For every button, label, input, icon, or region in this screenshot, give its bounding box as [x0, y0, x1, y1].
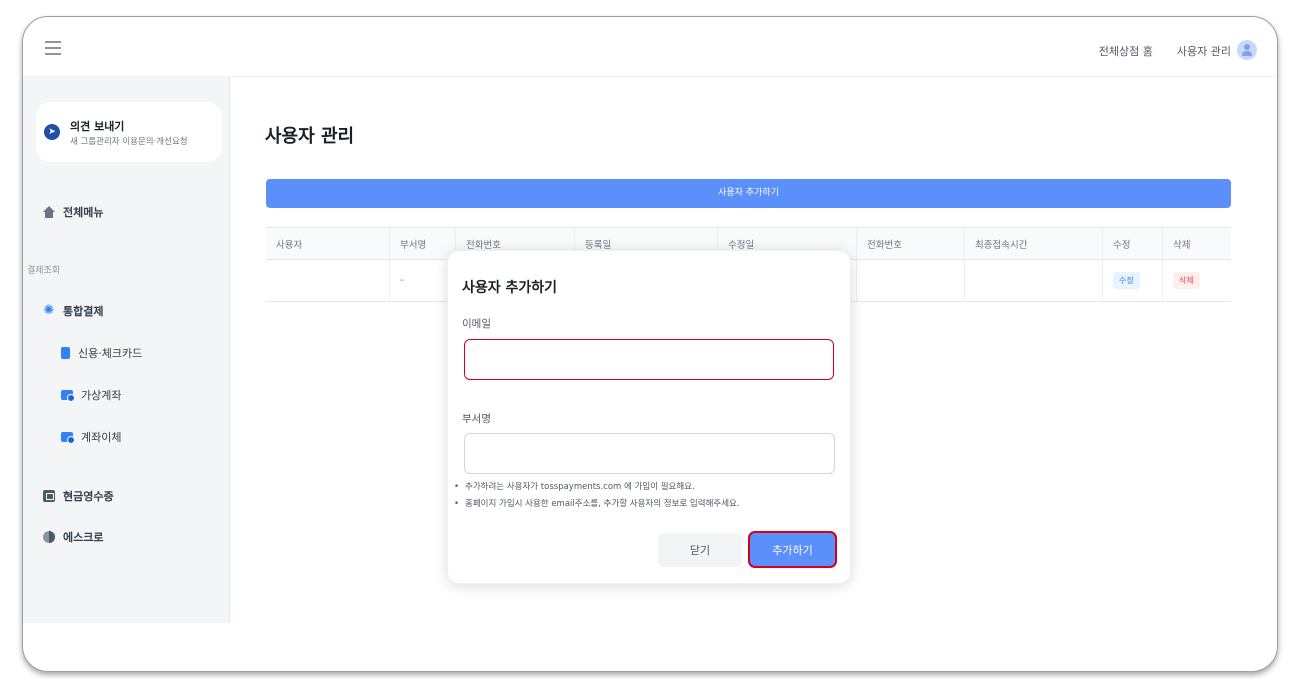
- sidebar-item-label: 신용·체크카드: [78, 347, 143, 360]
- sidebar-item-label: 에스크로: [63, 531, 104, 544]
- email-label: 이메일: [462, 318, 491, 330]
- top-bar: 전체상점 홈 사용자 관리: [23, 17, 1277, 77]
- delete-button[interactable]: 삭제: [1173, 272, 1200, 289]
- avatar-icon[interactable]: [1237, 40, 1257, 60]
- edit-button[interactable]: 수정: [1113, 272, 1140, 289]
- confirm-add-button[interactable]: 추가하기: [748, 531, 837, 568]
- dept-input[interactable]: [464, 433, 835, 474]
- dept-label: 부서명: [462, 413, 491, 425]
- add-user-modal: 사용자 추가하기 이메일 부서명 추가하려는 사용자가 tosspayments…: [447, 250, 851, 584]
- column-header: 사용자: [266, 228, 390, 259]
- virtual-account-icon: [61, 390, 75, 402]
- card-icon: [61, 347, 70, 359]
- sidebar-item-all-menu[interactable]: 전체메뉴: [43, 204, 103, 220]
- sidebar-item-label: 가상계좌: [81, 389, 122, 402]
- column-header: 수정: [1103, 228, 1163, 259]
- sidebar-item-label: 통합결제: [63, 305, 104, 318]
- feedback-card[interactable]: ➤ 의견 보내기 새 그룹관리자 이용문의·개선요청: [36, 102, 222, 162]
- send-icon: ➤: [44, 124, 60, 140]
- modal-title: 사용자 추가하기: [462, 280, 558, 296]
- note-item: 추가하려는 사용자가 tosspayments.com 에 가입이 필요해요.: [454, 479, 740, 496]
- app-window: 전체상점 홈 사용자 관리 ➤ 의견 보내기 새 그룹관리자 이용문의·개선요청…: [22, 16, 1278, 672]
- email-input[interactable]: [464, 339, 834, 380]
- sidebar-item-credit-card[interactable]: 신용·체크카드: [61, 345, 142, 361]
- escrow-icon: [43, 531, 55, 543]
- sidebar-item-label: 현금영수증: [63, 490, 114, 503]
- bank-transfer-icon: [61, 432, 75, 444]
- sidebar-item-escrow[interactable]: 에스크로: [43, 529, 103, 545]
- feedback-title: 의견 보내기: [70, 120, 125, 133]
- home-icon: [43, 206, 55, 218]
- top-link-user-management[interactable]: 사용자 관리: [1177, 43, 1231, 59]
- sidebar-item-cash-receipt[interactable]: 현금영수증: [43, 488, 114, 504]
- column-header: 삭제: [1173, 239, 1191, 251]
- table-cell-user: [266, 260, 390, 301]
- page-title: 사용자 관리: [265, 126, 355, 147]
- sidebar-item-integrated-payment[interactable]: ✺ 통합결제: [43, 303, 104, 319]
- sidebar-item-label: 전체메뉴: [63, 206, 104, 219]
- table-cell-edit: 수정: [1103, 260, 1163, 301]
- top-link-all-stores-home[interactable]: 전체상점 홈: [1099, 43, 1153, 59]
- sun-icon: ✺: [43, 303, 55, 318]
- sidebar-item-bank-transfer[interactable]: 계좌이체: [61, 429, 121, 445]
- table-cell: [965, 260, 1103, 301]
- close-button[interactable]: 닫기: [658, 533, 742, 567]
- sidebar: ➤ 의견 보내기 새 그룹관리자 이용문의·개선요청 전체메뉴 결제조회 ✺ 통…: [23, 77, 230, 623]
- table-cell: [857, 260, 965, 301]
- add-user-button[interactable]: 사용자 추가하기: [266, 179, 1231, 208]
- feedback-subtitle: 새 그룹관리자 이용문의·개선요청: [70, 137, 188, 147]
- hamburger-menu-icon[interactable]: [45, 41, 61, 55]
- column-header: 전화번호: [857, 228, 965, 259]
- note-item: 홈페이지 가입시 사용한 email주소를, 추가할 사용자의 정보로 입력해주…: [454, 496, 740, 513]
- column-header: 부서명: [390, 228, 456, 259]
- table-cell-delete: 삭제: [1163, 260, 1231, 301]
- column-header: 최종접속시간: [965, 228, 1103, 259]
- sidebar-section-label: 결제조회: [27, 266, 61, 276]
- receipt-icon: [43, 490, 55, 502]
- sidebar-item-label: 계좌이체: [81, 431, 122, 444]
- modal-notes: 추가하려는 사용자가 tosspayments.com 에 가입이 필요해요. …: [454, 479, 740, 513]
- sidebar-item-virtual-account[interactable]: 가상계좌: [61, 387, 121, 403]
- top-nav: 전체상점 홈 사용자 관리: [1099, 43, 1231, 59]
